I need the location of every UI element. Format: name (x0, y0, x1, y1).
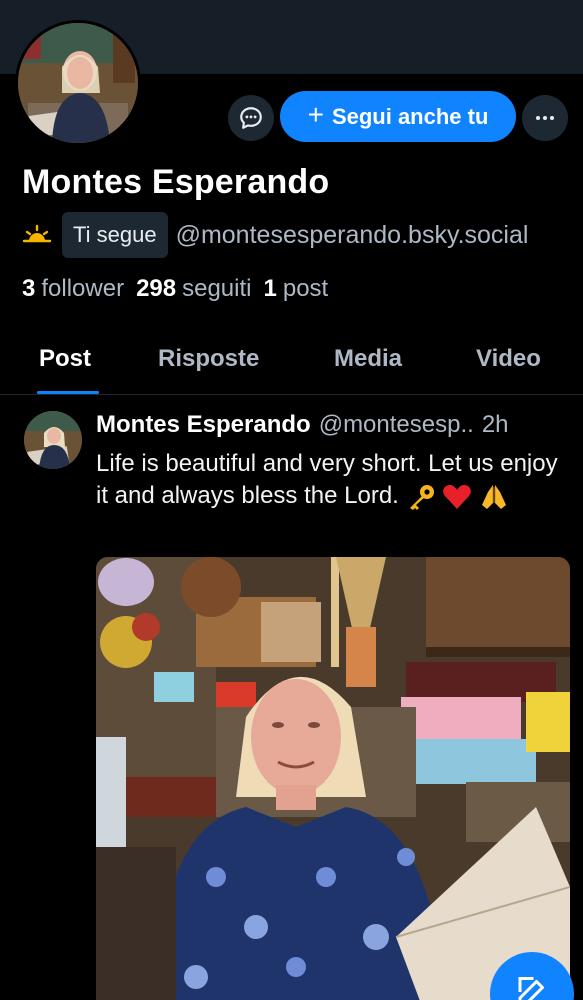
tab-posts[interactable]: Post (39, 345, 91, 373)
avatar-photo (18, 23, 138, 143)
tab-replies[interactable]: Risposte (158, 345, 259, 373)
plus-icon: + (307, 99, 324, 130)
post-author-handle[interactable]: @montesesp.. (319, 411, 474, 438)
post-avatar-photo (24, 411, 82, 469)
more-options-button[interactable] (522, 95, 568, 141)
edit-icon (518, 977, 544, 1000)
profile-page: + Segui anche tu Montes Esperando Ti seg… (0, 0, 583, 1000)
active-tab-indicator (37, 391, 99, 394)
handle-row: Ti segue @montesesperando.bsky.social (22, 212, 528, 258)
follow-back-label: Segui anche tu (331, 103, 489, 129)
profile-stats: 3 follower 298 seguiti 1 post (22, 275, 328, 303)
post-image[interactable] (96, 557, 570, 1000)
followers-stat[interactable]: 3 follower (22, 275, 124, 303)
followers-label: follower (41, 275, 125, 302)
post-header: Montes Esperando @montesesp.. 2h (96, 411, 583, 439)
profile-avatar[interactable] (15, 20, 141, 146)
post-author-avatar[interactable] (24, 411, 82, 469)
profile-tabs: Post Risposte Media Video (0, 335, 583, 395)
posts-label: post (282, 275, 329, 302)
chat-bubble-icon (240, 107, 262, 129)
following-count: 298 (136, 275, 177, 302)
followers-count: 3 (22, 275, 36, 302)
profile-handle[interactable]: @montesesperando.bsky.social (176, 221, 529, 250)
post-photo (96, 557, 570, 1000)
red-heart-emoji-icon (443, 484, 472, 509)
following-stat[interactable]: 298 seguiti (136, 275, 251, 303)
post-time[interactable]: 2h (482, 411, 509, 438)
tab-video[interactable]: Video (476, 345, 541, 373)
profile-display-name: Montes Esperando (22, 163, 330, 201)
ellipsis-icon (536, 116, 554, 120)
sunrise-icon (22, 224, 52, 243)
folded-hands-emoji-icon (481, 484, 506, 509)
post-body: Life is beautiful and very short. Let us… (96, 448, 566, 512)
follow-back-button[interactable]: + Segui anche tu (280, 91, 516, 142)
follows-you-badge: Ti segue (62, 212, 168, 258)
posts-count: 1 (263, 275, 277, 302)
post-author-name[interactable]: Montes Esperando (96, 411, 311, 438)
following-label: seguiti (182, 275, 252, 302)
key-emoji-icon (409, 484, 434, 510)
posts-stat: 1 post (263, 275, 328, 303)
message-button[interactable] (228, 95, 274, 141)
tab-media[interactable]: Media (334, 345, 402, 373)
